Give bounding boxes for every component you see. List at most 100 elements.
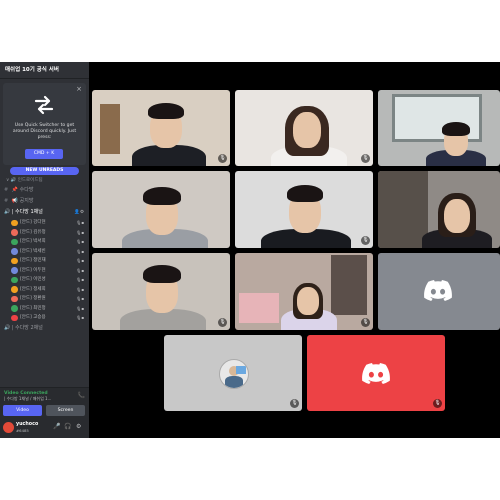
video-tile[interactable]: 🎙	[235, 171, 373, 248]
voice-user-name: [안드] 고승용	[20, 315, 46, 320]
video-tile-avatar[interactable]: 🎙	[164, 335, 302, 411]
video-camera-icon: 🎙▪	[76, 267, 84, 273]
avatar	[11, 248, 18, 255]
quick-switcher-text: Use Quick Switcher to get around Discord…	[12, 123, 77, 140]
avatar	[219, 359, 249, 389]
avatar	[11, 295, 18, 302]
quick-switcher-tip: × Use Quick Switcher to get around Disco…	[3, 83, 86, 165]
voice-user[interactable]: [안드] 김유정 🎙▪	[0, 228, 89, 238]
screen-share-button[interactable]: Screen	[46, 405, 85, 416]
category-android-team[interactable]: ∨ 🔊 인드로이드팀	[0, 175, 89, 185]
video-tile[interactable]: 🎙	[235, 253, 373, 330]
channel-sidebar: 매쉬업 10기 공식 서버 × Use Quick Switcher to ge…	[0, 62, 89, 438]
voice-connection-panel: Video Connected | 수다방 1채널 / 매쉬업 1... 📞 V…	[0, 387, 89, 418]
quick-switcher-shortcut[interactable]: CMD + K	[25, 149, 63, 159]
muted-mic-icon: 🎙	[361, 154, 370, 163]
muted-mic-icon: 🎙	[218, 154, 227, 163]
headset-icon[interactable]: 🎧	[64, 423, 71, 430]
close-icon[interactable]: ×	[76, 85, 82, 93]
video-tile-speaking[interactable]: 🎙	[307, 335, 445, 411]
voice-user[interactable]: [안드] 이민성 🎙▪	[0, 275, 89, 285]
user-tag: #6485	[16, 428, 29, 433]
bookshelf	[100, 104, 120, 154]
voice-user-name: [안드] 정민재	[20, 258, 46, 263]
voice-user-name: [안드] 김유정	[20, 229, 46, 235]
avatar	[11, 314, 18, 321]
person-hair	[143, 265, 181, 283]
video-button[interactable]: Video	[3, 405, 42, 416]
video-tile-no-camera[interactable]	[378, 253, 500, 330]
voice-user-name: [안드] 박세빈	[20, 248, 46, 254]
voice-user[interactable]: [안드] 박세빈 🎙▪	[0, 247, 89, 257]
video-tile[interactable]: 🎙	[92, 253, 230, 330]
avatar[interactable]	[3, 422, 14, 433]
person-hair	[143, 187, 181, 205]
discord-window: 매쉬업 10기 공식 서버 × Use Quick Switcher to ge…	[0, 62, 500, 438]
mic-icon[interactable]: 🎤	[53, 423, 60, 430]
hash-icon: #	[4, 198, 9, 204]
voice-user-name: [안드] 정환원	[20, 296, 46, 301]
voice-user-name: [안드] 정세희	[20, 286, 46, 292]
channel-chatroom[interactable]: # 📌 수다방	[0, 185, 89, 196]
muted-mic-icon: 🎙	[218, 318, 227, 327]
video-button-label: Video	[16, 408, 29, 413]
pin-icon: 📌	[11, 187, 19, 193]
megaphone-icon: 📢	[11, 198, 19, 204]
settings-gear-icon[interactable]: ⚙	[76, 423, 81, 430]
voice-user[interactable]: [안드] 정세희 🎙▪	[0, 285, 89, 295]
voice-user-name: [안드] 이민성	[20, 277, 46, 282]
video-camera-icon: 🎙▪	[76, 286, 84, 292]
video-camera-icon: 🎙▪	[76, 258, 84, 263]
server-name[interactable]: 매쉬업 10기 공식 서버	[0, 62, 89, 79]
voice-user[interactable]: [안드] 강다현 🎙▪	[0, 218, 89, 228]
voice-user[interactable]: [안드] 고승용 🎙▪	[0, 313, 89, 323]
clothes	[331, 255, 367, 315]
invite-icon[interactable]: 👤⚙	[74, 207, 84, 218]
video-camera-icon: 🎙▪	[76, 277, 84, 282]
video-tile[interactable]: 🎙	[235, 90, 373, 166]
hash-icon: #	[4, 187, 9, 193]
voice-channel-path: | 수다방 1채널 / 매쉬업 1...	[4, 396, 52, 401]
channel-label: | 수다방 2채널	[11, 324, 43, 331]
voice-channel-1[interactable]: 🔊 | 수다방 1채널 👤⚙	[0, 207, 89, 218]
username: yuchoco	[16, 422, 39, 427]
video-camera-icon: 🎙▪	[76, 296, 84, 301]
person-face	[297, 287, 319, 315]
new-unreads-badge[interactable]: NEW UNREADS	[10, 167, 79, 175]
person-body	[132, 145, 206, 166]
video-tile[interactable]: 🎙	[92, 90, 230, 166]
user-panel: yuchoco #6485 🎤 🎧 ⚙	[0, 418, 89, 438]
video-tile[interactable]	[92, 171, 230, 248]
avatar	[11, 219, 18, 226]
quick-switcher-icon	[34, 95, 54, 115]
discord-logo-icon	[362, 363, 390, 384]
video-camera-icon: 🎙▪	[76, 220, 84, 225]
voice-user[interactable]: [안드] 정환원 🎙▪	[0, 294, 89, 304]
channel-notice[interactable]: # 📢 공지방	[0, 196, 89, 207]
muted-mic-icon: 🎙	[290, 399, 299, 408]
video-camera-icon: 🎙▪	[76, 248, 84, 254]
avatar	[11, 238, 18, 245]
voice-status[interactable]: Video Connected	[0, 388, 89, 396]
video-tile[interactable]	[378, 171, 500, 248]
channel-label: 수다방	[19, 187, 34, 193]
voice-user[interactable]: [안드] 정민재 🎙▪	[0, 256, 89, 266]
person-hair	[287, 185, 323, 202]
video-tile[interactable]	[378, 90, 500, 166]
clothes-rack	[378, 171, 428, 248]
avatar	[11, 267, 18, 274]
voice-user-name: [안드] 강다현	[20, 220, 46, 225]
voice-user-name: [안드] 이두현	[20, 267, 46, 273]
voice-user[interactable]: [안드] 최민정 🎙▪	[0, 304, 89, 314]
disconnect-phone-icon[interactable]: 📞	[78, 392, 85, 399]
bed	[239, 293, 279, 323]
channel-label: 공지방	[19, 198, 34, 204]
voice-user[interactable]: [안드] 이두현 🎙▪	[0, 266, 89, 276]
avatar	[11, 286, 18, 293]
speaker-icon: 🔊	[4, 209, 11, 215]
muted-mic-icon: 🎙	[361, 318, 370, 327]
voice-user[interactable]: [안드] 박서희 🎙▪	[0, 237, 89, 247]
voice-channel-2[interactable]: 🔊 | 수다방 2채널	[0, 323, 89, 334]
voice-user-name: [안드] 최민정	[20, 305, 46, 311]
muted-mic-icon: 🎙	[433, 399, 442, 408]
